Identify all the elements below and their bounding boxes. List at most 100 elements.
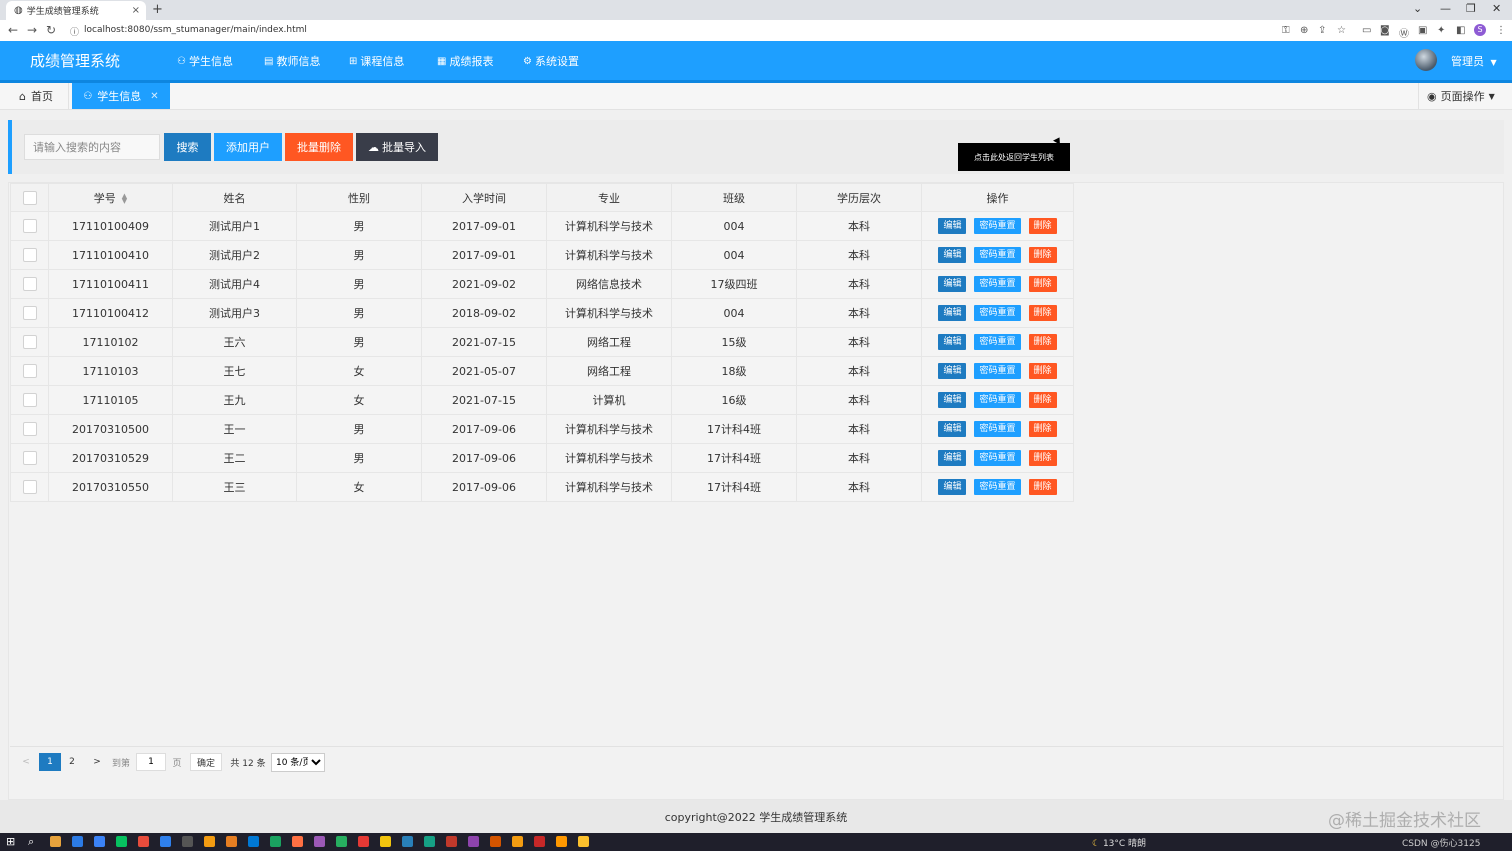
confirm-button[interactable]: 确定 xyxy=(190,753,222,771)
taskbar-app-icon[interactable] xyxy=(534,836,545,847)
delete-button[interactable]: 删除 xyxy=(1028,247,1057,263)
reset-password-button[interactable]: 密码重置 xyxy=(974,392,1021,408)
add-user-button[interactable]: 添加用户 xyxy=(214,133,282,161)
taskbar-app-icon[interactable] xyxy=(204,836,215,847)
close-icon[interactable]: ✕ xyxy=(150,91,158,102)
reset-password-button[interactable]: 密码重置 xyxy=(974,334,1021,350)
taskbar-app-icon[interactable] xyxy=(160,836,171,847)
taskbar-app-icon[interactable] xyxy=(468,836,479,847)
table-row[interactable]: 17110103 王七女 2021-05-07 网络工程 18级 本科 编辑 密码重置 删除 xyxy=(10,356,1074,386)
row-select[interactable] xyxy=(10,240,49,270)
nav-course-info[interactable]: ⊞ 课程信息 xyxy=(349,53,404,69)
reset-password-button[interactable]: 密码重置 xyxy=(974,363,1021,379)
edit-button[interactable]: 编辑 xyxy=(938,305,967,321)
nav-score-report[interactable]: ▦ 成绩报表 xyxy=(437,53,493,69)
screen-icon[interactable]: ▣ xyxy=(1418,25,1427,36)
delete-button[interactable]: 删除 xyxy=(1028,392,1057,408)
row-select[interactable] xyxy=(10,443,49,473)
taskbar-app-icon[interactable] xyxy=(248,836,259,847)
table-row[interactable]: 17110102 王六男 2021-07-15 网络工程 15级 本科 编辑 密码重置 删除 xyxy=(10,327,1074,357)
back-icon[interactable]: ← xyxy=(8,23,18,37)
reset-password-button[interactable]: 密码重置 xyxy=(974,276,1021,292)
checkbox[interactable] xyxy=(22,393,37,407)
edit-button[interactable]: 编辑 xyxy=(938,421,967,437)
taskbar-app-icon[interactable] xyxy=(116,836,127,847)
taskbar-app-icon[interactable] xyxy=(358,836,369,847)
row-select[interactable] xyxy=(10,327,49,357)
page-operations-menu[interactable]: ◉ 页面操作 ▼ xyxy=(1418,83,1512,109)
sort-icon[interactable]: ▲ ▼ xyxy=(122,192,127,204)
row-select[interactable] xyxy=(10,211,49,241)
tab-search-icon[interactable]: ⌄ xyxy=(1413,2,1422,15)
close-window-button[interactable]: ✕ xyxy=(1492,2,1501,15)
zoom-icon[interactable]: ⊕ xyxy=(1300,25,1308,36)
prev-page-button[interactable]: < xyxy=(18,753,34,771)
new-tab-button[interactable]: + xyxy=(152,2,163,17)
nav-system-settings[interactable]: ⚙ 系统设置 xyxy=(523,53,579,69)
minimize-button[interactable]: — xyxy=(1440,2,1451,15)
table-row[interactable]: 17110100410 测试用户2 男 2017-09-01 计算机科学与技术 004 本科… xyxy=(10,240,1074,270)
taskbar-app-icon[interactable] xyxy=(512,836,523,847)
admin-menu[interactable]: 管理员 ▼ xyxy=(1451,53,1497,69)
restore-button[interactable]: ❐ xyxy=(1466,2,1476,15)
table-row[interactable]: 17110100409 测试用户1 男 2017-09-01 计算机科学与技术 004 本科… xyxy=(10,211,1074,241)
taskbar-app-icon[interactable] xyxy=(380,836,391,847)
next-page-button[interactable]: > xyxy=(89,753,105,771)
row-select[interactable] xyxy=(10,385,49,415)
checkbox[interactable] xyxy=(22,277,37,291)
key-icon[interactable]: ⚿ xyxy=(1282,25,1290,36)
checkbox[interactable] xyxy=(22,190,37,205)
page-size-select[interactable]: 10 条/页 xyxy=(271,753,325,772)
delete-button[interactable]: 删除 xyxy=(1028,421,1057,437)
table-row[interactable]: 20170310529 王二男 2017-09-06 计算机科学与技术 17计科4班 本科… xyxy=(10,443,1074,473)
taskbar-app-icon[interactable] xyxy=(446,836,457,847)
checkbox[interactable] xyxy=(22,335,37,349)
row-select[interactable] xyxy=(10,269,49,299)
goto-page-input[interactable] xyxy=(136,753,166,771)
checkbox[interactable] xyxy=(22,248,37,262)
delete-button[interactable]: 删除 xyxy=(1028,363,1057,379)
checkbox[interactable] xyxy=(22,364,37,378)
edit-button[interactable]: 编辑 xyxy=(938,479,967,495)
share-icon[interactable]: ⇪ xyxy=(1318,25,1326,36)
taskbar-app-icon[interactable] xyxy=(72,836,83,847)
taskbar-app-icon[interactable] xyxy=(336,836,347,847)
search-icon[interactable]: ⌕ xyxy=(28,835,34,849)
taskbar-app-icon[interactable] xyxy=(424,836,435,847)
camera-icon[interactable]: ◙ xyxy=(1380,25,1390,36)
search-button[interactable]: 搜索 xyxy=(164,133,211,161)
taskbar-app-icon[interactable] xyxy=(94,836,105,847)
menu-icon[interactable]: ⋮ xyxy=(1496,25,1506,36)
delete-button[interactable]: 删除 xyxy=(1028,276,1057,292)
taskbar-app-icon[interactable] xyxy=(402,836,413,847)
row-select[interactable] xyxy=(10,414,49,444)
taskbar-app-icon[interactable] xyxy=(556,836,567,847)
taskbar-app-icon[interactable] xyxy=(182,836,193,847)
taskbar-app-icon[interactable] xyxy=(50,836,61,847)
edit-button[interactable]: 编辑 xyxy=(938,276,967,292)
batch-import-button[interactable]: ☁ 批量导入 xyxy=(356,133,438,161)
taskbar-app-icon[interactable] xyxy=(314,836,325,847)
tab-student-info[interactable]: ⚇ 学生信息 ✕ xyxy=(72,83,170,109)
puzzle-icon[interactable]: ✦ xyxy=(1437,25,1445,36)
sidepanel-icon[interactable]: ◧ xyxy=(1456,25,1465,36)
nav-student-info[interactable]: ⚇ 学生信息 xyxy=(177,53,233,69)
user-avatar[interactable] xyxy=(1415,49,1437,71)
row-select[interactable] xyxy=(10,298,49,328)
header-select-all[interactable] xyxy=(10,183,49,212)
col-student-id[interactable]: 学号 ▲ ▼ xyxy=(48,183,173,212)
forward-icon[interactable]: → xyxy=(27,23,37,37)
edit-button[interactable]: 编辑 xyxy=(938,392,967,408)
table-row[interactable]: 20170310500 王一男 2017-09-06 计算机科学与技术 17计科4班 本科… xyxy=(10,414,1074,444)
table-row[interactable]: 17110100411 测试用户4 男 2021-09-02 网络信息技术 17级四班 本科… xyxy=(10,269,1074,299)
browser-tab[interactable]: ◍ 学生成绩管理系统 × xyxy=(6,1,146,20)
reset-password-button[interactable]: 密码重置 xyxy=(974,247,1021,263)
windows-start-icon[interactable]: ⊞ xyxy=(6,835,15,848)
star-icon[interactable]: ☆ xyxy=(1337,25,1346,36)
nav-teacher-info[interactable]: ▤ 教师信息 xyxy=(264,53,320,69)
taskbar-app-icon[interactable] xyxy=(490,836,501,847)
delete-button[interactable]: 删除 xyxy=(1028,450,1057,466)
table-row[interactable]: 17110105 王九女 2021-07-15 计算机 16级 本科 编辑 密码重置 删除 xyxy=(10,385,1074,415)
checkbox[interactable] xyxy=(22,306,37,320)
w-extension-icon[interactable]: Ⓦ xyxy=(1399,25,1409,40)
